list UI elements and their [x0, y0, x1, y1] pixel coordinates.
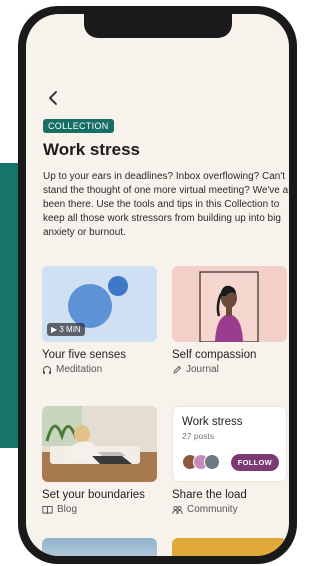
journal-thumbnail [172, 266, 287, 342]
meditation-thumbnail: ▶ 3 MIN [42, 266, 157, 342]
card-title: Self compassion [172, 349, 257, 361]
chevron-left-icon [49, 91, 57, 105]
woman-laptop-photo [42, 406, 157, 482]
card-type: Journal [172, 364, 287, 375]
book-icon [42, 505, 53, 514]
next-card-thumbnail[interactable] [42, 538, 157, 556]
people-icon [172, 505, 183, 514]
next-card-thumbnail[interactable] [172, 538, 287, 556]
duration-badge: ▶ 3 MIN [47, 323, 85, 336]
back-button[interactable] [44, 88, 64, 108]
duration-label: 3 MIN [59, 325, 81, 334]
card-your-five-senses[interactable]: ▶ 3 MIN Your five senses Meditation [42, 266, 157, 375]
member-avatars [182, 454, 220, 470]
phone-frame: COLLECTION Work stress Up to your ears i… [18, 6, 297, 564]
community-posts: 27 posts [182, 431, 215, 441]
community-name: Work stress [182, 416, 243, 428]
card-self-compassion[interactable]: Self compassion Journal [172, 266, 287, 375]
page-title: Work stress [43, 140, 141, 159]
person-illustration [199, 271, 259, 342]
collection-description: Up to your ears in deadlines? Inbox over… [43, 171, 289, 238]
follow-button[interactable]: FOLLOW [230, 454, 279, 471]
blog-thumbnail [42, 406, 157, 482]
collection-badge: COLLECTION [43, 119, 114, 133]
headphones-icon [43, 365, 51, 374]
card-title: Your five senses [42, 349, 126, 361]
card-type-label: Community [187, 504, 238, 515]
pencil-icon [173, 365, 182, 374]
community-card: Work stress 27 posts FOLLOW [172, 406, 287, 482]
card-set-your-boundaries[interactable]: Set your boundaries Blog [42, 406, 157, 515]
card-title: Share the load [172, 489, 247, 501]
card-share-the-load[interactable]: Work stress 27 posts FOLLOW Share the lo… [172, 406, 287, 515]
card-type-label: Blog [57, 504, 78, 515]
card-type: Meditation [42, 364, 157, 375]
card-type: Community [172, 504, 287, 515]
avatar [204, 454, 220, 470]
card-type-label: Journal [186, 364, 219, 375]
card-type: Blog [42, 504, 157, 515]
app-screen: COLLECTION Work stress Up to your ears i… [26, 14, 289, 556]
card-title: Set your boundaries [42, 489, 145, 501]
card-type-label: Meditation [56, 364, 103, 375]
phone-notch [84, 14, 232, 38]
